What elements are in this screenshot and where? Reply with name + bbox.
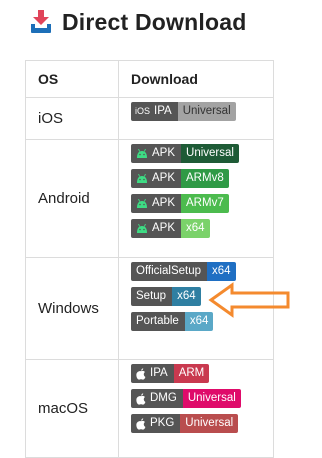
- badge-label: OfficialSetup: [131, 262, 207, 281]
- orange-arrow-annotation: [208, 282, 290, 318]
- badge-label: APK: [152, 197, 176, 209]
- badge-value: x64: [181, 219, 210, 238]
- download-cell-ios: iOS IPA Universal: [118, 97, 274, 140]
- macos-dmg-universal-button[interactable]: DMG Universal: [131, 389, 241, 408]
- table-header-row: OS Download: [25, 60, 274, 98]
- download-cell-android: APK Universal APK ARMv8 APK ARMv7 APK x6…: [118, 139, 274, 258]
- page-header: Direct Download: [30, 6, 246, 38]
- windows-officialsetup-x64-button[interactable]: OfficialSetup x64: [131, 262, 236, 281]
- os-label-macos: macOS: [25, 359, 119, 458]
- badge-label: Portable: [131, 312, 185, 331]
- badge-value: ARM: [173, 364, 210, 383]
- header-download: Download: [118, 60, 274, 98]
- table-row-android: Android APK Universal APK ARMv8 APK ARMv…: [25, 139, 274, 258]
- android-apk-armv7-button[interactable]: APK ARMv7: [131, 194, 229, 213]
- apple-icon: [136, 392, 146, 405]
- apple-icon: [136, 367, 146, 380]
- table-row-ios: iOS iOS IPA Universal: [25, 97, 274, 140]
- os-label-windows: Windows: [25, 257, 119, 360]
- badge-value: Universal: [182, 389, 241, 408]
- ios-small-label: iOS: [135, 106, 151, 116]
- badge-value: Universal: [180, 414, 239, 433]
- android-icon: [137, 224, 147, 233]
- badge-value: ARMv8: [181, 169, 229, 188]
- badge-label: IPA: [154, 105, 172, 117]
- page-title: Direct Download: [62, 8, 247, 35]
- badge-value: x64: [207, 262, 236, 281]
- ios-ipa-universal-button[interactable]: iOS IPA Universal: [131, 102, 236, 121]
- badge-label: APK: [152, 222, 176, 234]
- badge-value: Universal: [181, 144, 239, 163]
- android-icon: [137, 199, 147, 208]
- windows-portable-x64-button[interactable]: Portable x64: [131, 312, 214, 331]
- macos-pkg-universal-button[interactable]: PKG Universal: [131, 414, 239, 433]
- android-apk-universal-button[interactable]: APK Universal: [131, 144, 239, 163]
- badge-label: APK: [152, 172, 176, 184]
- download-cell-macos: IPA ARM DMG Universal PKG Universal: [118, 359, 274, 458]
- os-label-android: Android: [25, 139, 119, 258]
- android-apk-x64-button[interactable]: APK x64: [131, 219, 210, 238]
- badge-label: IPA: [150, 367, 168, 379]
- badge-label: PKG: [150, 417, 175, 429]
- android-apk-armv8-button[interactable]: APK ARMv8: [131, 169, 229, 188]
- badge-label: DMG: [150, 392, 177, 404]
- badge-label: Setup: [131, 287, 173, 306]
- macos-ipa-arm-button[interactable]: IPA ARM: [131, 364, 210, 383]
- os-label-ios: iOS: [25, 97, 119, 140]
- download-table: OS Download iOS iOS IPA Universal Android…: [25, 60, 274, 458]
- badge-value: ARMv7: [181, 194, 229, 213]
- apple-icon: [136, 417, 146, 430]
- windows-setup-x64-button[interactable]: Setup x64: [131, 287, 201, 306]
- table-row-macos: macOS IPA ARM DMG Universal PKG Universa…: [25, 359, 274, 458]
- android-icon: [137, 174, 147, 183]
- badge-label: APK: [152, 147, 176, 159]
- badge-value: x64: [172, 287, 201, 306]
- android-icon: [137, 149, 147, 158]
- download-icon: [30, 10, 52, 34]
- header-os: OS: [25, 60, 119, 98]
- badge-value: Universal: [177, 102, 236, 121]
